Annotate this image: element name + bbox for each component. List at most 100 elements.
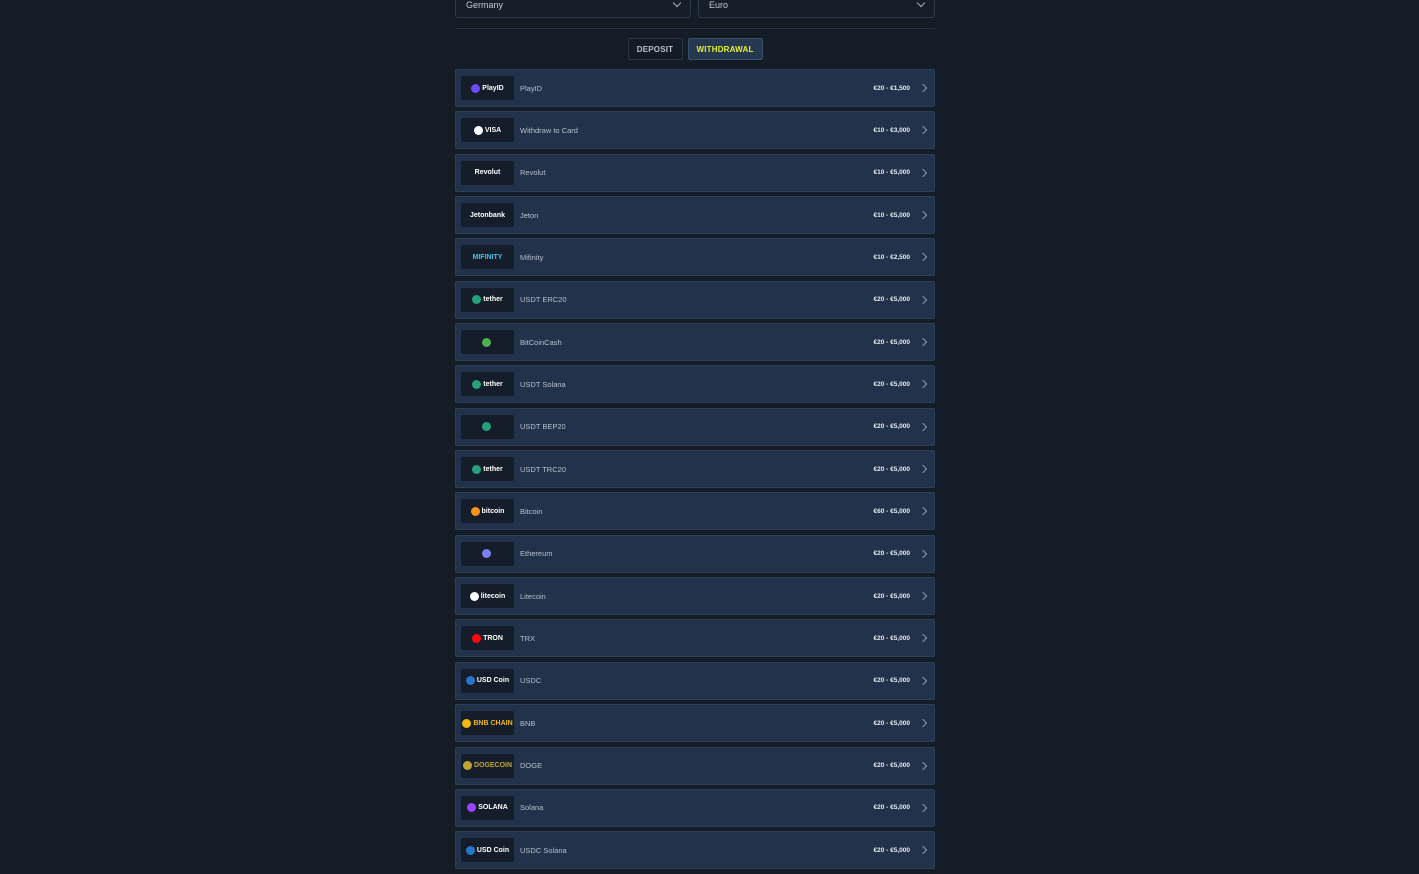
method-limit-range: €20 - €5,000 xyxy=(873,804,910,812)
method-limit-range: €10 - €3,000 xyxy=(873,126,910,134)
payment-method-row[interactable]: PlayID PlayID €20 - €1,500 xyxy=(455,69,935,107)
usdc-icon-mark xyxy=(465,676,475,686)
method-limit-range: €20 - €1,500 xyxy=(873,84,910,92)
tether-icon: tether xyxy=(461,372,514,397)
chevron-right-icon xyxy=(918,380,928,389)
dogecoin-icon-mark xyxy=(462,761,472,770)
payment-method-row[interactable]: MIFINITY Mifinity €10 - €2,500 xyxy=(455,238,935,277)
method-name: Jeton xyxy=(520,210,539,220)
playid-icon-mark xyxy=(471,83,481,93)
chevron-right-icon xyxy=(918,168,928,177)
chevron-down-icon xyxy=(672,0,682,7)
chevron-right-icon xyxy=(918,126,928,135)
method-logo-text: MIFINITY xyxy=(472,253,503,261)
method-logo-text: VISA xyxy=(484,126,502,134)
method-limit-range: €20 - €5,000 xyxy=(873,296,910,304)
method-limit-range: €60 - €5,000 xyxy=(873,507,910,515)
tether-icon-mark xyxy=(472,295,482,305)
payment-method-row[interactable]: BitCoinCash €20 - €5,000 xyxy=(455,323,935,362)
tab-deposit[interactable]: DEPOSIT xyxy=(627,38,683,60)
selector-row: Germany Euro xyxy=(455,0,935,18)
currency-select[interactable]: Euro xyxy=(698,0,935,18)
payment-method-row[interactable]: VISA Withdraw to Card €10 - €3,000 xyxy=(455,111,935,150)
chevron-right-icon xyxy=(918,507,928,516)
method-name: USDC xyxy=(520,676,542,686)
chevron-right-icon xyxy=(918,253,928,262)
payment-method-row[interactable]: Ethereum €20 - €5,000 xyxy=(455,534,935,573)
payment-method-row[interactable]: tether USDT Solana €20 - €5,000 xyxy=(455,365,935,404)
usdc-icon: USD Coin xyxy=(461,668,514,693)
litecoin-icon: litecoin xyxy=(461,584,514,609)
method-name: TRX xyxy=(520,633,535,643)
chevron-right-icon xyxy=(918,83,928,93)
method-logo-text: bitcoin xyxy=(481,507,505,515)
currency-select-value: Euro xyxy=(709,0,729,10)
method-limit-range: €10 - €5,000 xyxy=(873,169,910,177)
method-logo-text: Revolut xyxy=(474,169,501,177)
card-icon-mark xyxy=(473,125,483,135)
jetonbank-logo: Jetonbank xyxy=(461,203,514,228)
playid-icon: PlayID xyxy=(461,76,514,100)
method-name: Bitcoin xyxy=(520,506,543,516)
tether-icon-mark xyxy=(472,464,482,474)
chevron-down-icon xyxy=(916,0,926,7)
tron-icon: TRON xyxy=(461,626,514,651)
payment-method-row[interactable]: BNB CHAIN BNB €20 - €5,000 xyxy=(455,704,935,743)
ethereum-icon xyxy=(461,541,514,566)
payment-method-row[interactable]: Revolut Revolut €10 - €5,000 xyxy=(455,153,935,192)
method-name: Withdraw to Card xyxy=(520,125,578,135)
tether-bep20-icon xyxy=(461,414,514,439)
method-limit-range: €20 - €5,000 xyxy=(873,846,910,854)
chevron-right-icon xyxy=(918,803,928,813)
method-name: USDC Solana xyxy=(520,845,567,855)
tab-withdrawal[interactable]: WITHDRAWAL xyxy=(687,38,763,60)
payment-method-row[interactable]: litecoin Litecoin €20 - €5,000 xyxy=(455,577,935,616)
method-limit-range: €20 - €5,000 xyxy=(873,677,910,685)
method-limit-range: €20 - €5,000 xyxy=(873,719,910,727)
ethereum-icon-mark xyxy=(482,549,491,559)
revolut-logo: Revolut xyxy=(461,160,514,185)
chevron-right-icon xyxy=(918,676,928,686)
method-name: USDT Solana xyxy=(520,379,566,389)
method-logo-text: USD Coin xyxy=(476,846,510,854)
payment-method-row[interactable]: USD Coin USDC €20 - €5,000 xyxy=(455,661,935,700)
divider xyxy=(455,28,935,29)
payment-method-row[interactable]: SOLANA Solana €20 - €5,000 xyxy=(455,788,935,827)
payment-method-row[interactable]: DOGECOIN DOGE €20 - €5,000 xyxy=(455,746,935,785)
chevron-right-icon xyxy=(918,634,928,643)
payment-method-row[interactable]: USDT BEP20 €20 - €5,000 xyxy=(455,407,935,446)
payment-method-row[interactable]: USD Coin USDC Solana €20 - €5,000 xyxy=(455,831,935,870)
card-icon: VISA xyxy=(461,118,514,143)
tether-icon: tether xyxy=(461,457,514,482)
method-name: DOGE xyxy=(520,761,543,770)
payment-method-list: PlayID PlayID €20 - €1,500 VISA Withdraw to … xyxy=(455,69,935,870)
method-limit-range: €20 - €5,000 xyxy=(873,762,910,769)
chevron-right-icon xyxy=(918,422,928,431)
payment-method-row[interactable]: Jetonbank Jeton €10 - €5,000 xyxy=(455,196,935,235)
method-logo-text: Jetonbank xyxy=(469,211,505,219)
usdc-icon-mark xyxy=(465,845,475,855)
method-limit-range: €20 - €5,000 xyxy=(873,465,910,473)
country-select-value: Germany xyxy=(466,0,504,10)
chevron-right-icon xyxy=(918,337,928,347)
method-name: Ethereum xyxy=(520,549,553,559)
payment-method-row[interactable]: tether USDT ERC20 €20 - €5,000 xyxy=(455,280,935,319)
method-logo-text: litecoin xyxy=(480,592,506,600)
method-limit-range: €20 - €5,000 xyxy=(873,423,910,431)
method-name: Solana xyxy=(520,803,544,813)
bnb-icon: BNB CHAIN xyxy=(461,711,514,736)
chevron-right-icon xyxy=(918,718,928,728)
payment-method-row[interactable]: TRON TRX €20 - €5,000 xyxy=(455,619,935,658)
method-logo-text: DOGECOIN xyxy=(473,762,513,769)
payment-method-row[interactable]: tether USDT TRC20 €20 - €5,000 xyxy=(455,450,935,489)
payment-method-row[interactable]: bitcoin Bitcoin €60 - €5,000 xyxy=(455,492,935,531)
dogecoin-icon: DOGECOIN xyxy=(461,753,514,778)
bitcoin-icon: bitcoin xyxy=(461,499,514,524)
tether-bep20-icon-mark xyxy=(482,422,491,432)
bitcoin-icon-mark xyxy=(470,506,480,516)
chevron-right-icon xyxy=(918,295,928,304)
country-select[interactable]: Germany xyxy=(455,0,691,18)
chevron-right-icon xyxy=(918,210,928,220)
method-name: Mifinity xyxy=(520,252,544,262)
bitcoincash-icon xyxy=(461,330,514,355)
